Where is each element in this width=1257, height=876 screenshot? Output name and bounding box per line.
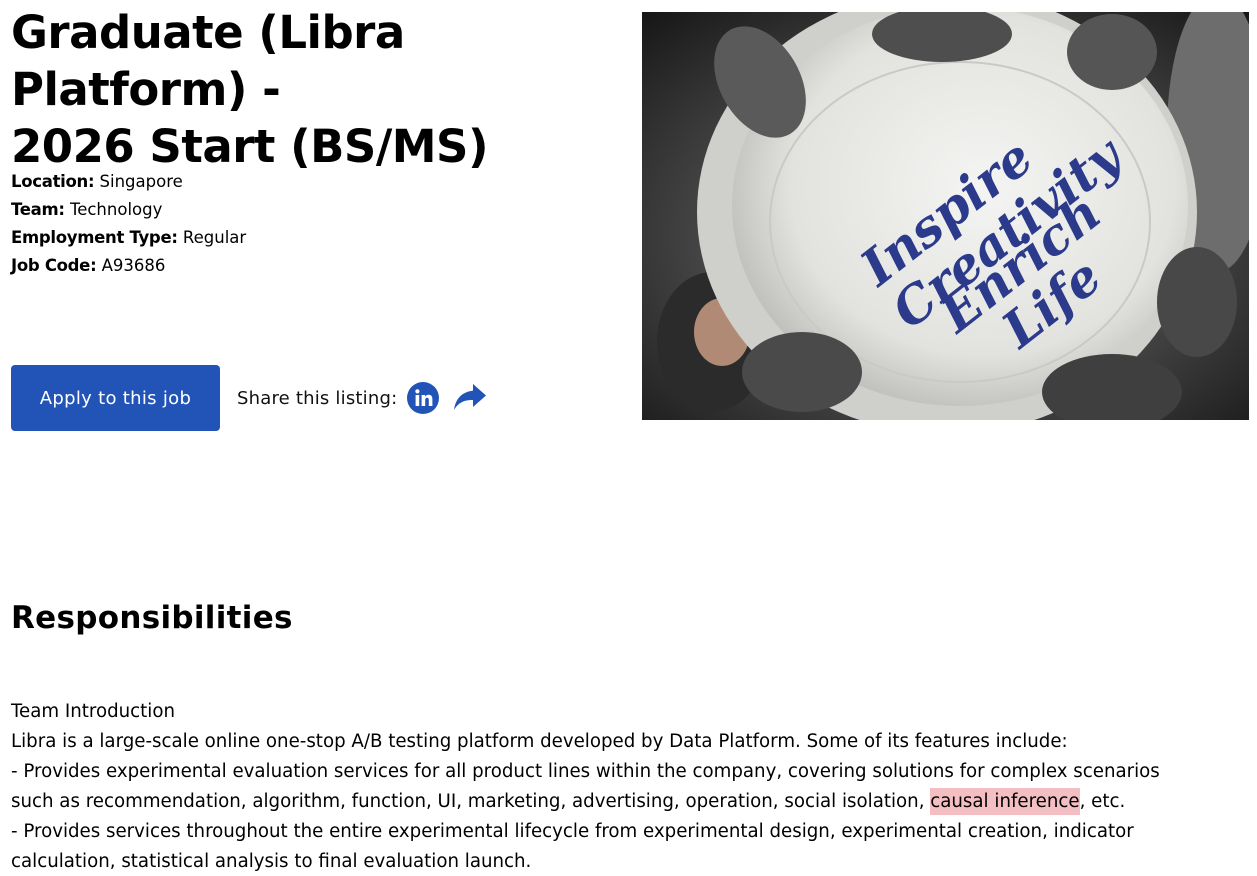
linkedin-icon[interactable] [407,382,440,414]
share-listing: Share this listing: [237,378,487,418]
job-title: Graduate (Libra Platform) - 2026 Start (… [11,6,489,173]
hero-image-frisbee: Inspire Creativity Enrich Life [642,12,1249,420]
bullet-1-line-2-prefix: such as recommendation, algorithm, funct… [11,791,931,812]
job-details: Location: Singapore Team: Technology Emp… [11,168,611,280]
apply-button[interactable]: Apply to this job [11,365,220,431]
job-listing-page: Graduate (Libra Platform) - 2026 Start (… [0,0,1257,876]
responsibilities-heading: Responsibilities [11,600,293,636]
bullet-1-line-2: such as recommendation, algorithm, funct… [11,787,1251,817]
bullet-2-line-1: - Provides services throughout the entir… [11,821,1134,842]
responsibilities-body: Team Introduction Libra is a large-scale… [11,697,1251,876]
share-label: Share this listing: [237,387,398,409]
bullet-2-line-2: calculation, statistical analysis to fin… [11,851,532,872]
job-team-value: Technology [69,200,163,219]
bullet-1-line-2-suffix: , etc. [1079,791,1126,812]
bullet-1-line-1: - Provides experimental evaluation servi… [11,761,1160,782]
highlighted-text: causal inference [930,788,1080,815]
job-team: Team: Technology [11,196,611,224]
job-employment-type-value: Regular [182,228,247,247]
job-location-label: Location: [11,172,95,191]
team-intro-heading: Team Introduction [11,701,175,722]
job-code-label: Job Code: [11,256,97,275]
job-employment-type: Employment Type: Regular [11,224,611,252]
job-location-value: Singapore [99,172,183,191]
job-code: Job Code: A93686 [11,252,611,280]
job-employment-type-label: Employment Type: [11,228,178,247]
team-intro-text: Libra is a large-scale online one-stop A… [11,731,1068,752]
job-location: Location: Singapore [11,168,611,196]
job-team-label: Team: [11,200,65,219]
job-code-value: A93686 [101,256,166,275]
share-arrow-icon[interactable] [453,383,487,413]
